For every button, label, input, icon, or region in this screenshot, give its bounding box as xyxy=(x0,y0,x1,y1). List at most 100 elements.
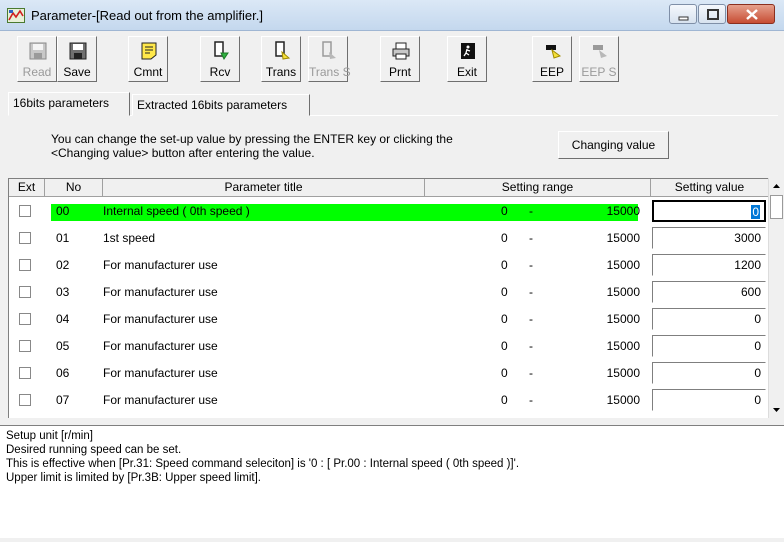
read-button[interactable]: Read xyxy=(17,36,57,82)
printer-icon xyxy=(392,42,410,60)
table-header: Ext No Parameter title Setting range Set… xyxy=(9,179,769,197)
setting-value-input[interactable]: 0 xyxy=(652,389,766,411)
table-row[interactable]: 03 For manufacturer use 0 - 15000 600 xyxy=(9,279,769,305)
setting-value-text: 0 xyxy=(754,393,761,407)
setting-value-text: 0 xyxy=(754,366,761,380)
ext-checkbox[interactable] xyxy=(19,313,31,325)
range-max: 15000 xyxy=(606,366,640,380)
param-no: 00 xyxy=(56,204,70,218)
eep-single-button[interactable]: EEP S xyxy=(579,36,619,82)
param-no: 04 xyxy=(56,312,70,326)
table-row[interactable]: 06 For manufacturer use 0 - 15000 0 xyxy=(9,360,769,386)
range-max: 15000 xyxy=(606,393,640,407)
table-row[interactable]: 07 For manufacturer use 0 - 15000 0 xyxy=(9,387,769,413)
arrow-up-icon xyxy=(773,184,780,188)
comment-button[interactable]: Cmnt xyxy=(128,36,168,82)
setting-value-input[interactable]: 0 xyxy=(652,335,766,357)
instruction-line: <Changing value> button after entering t… xyxy=(51,146,315,160)
window-title: Parameter-[Read out from the amplifier.] xyxy=(31,8,263,23)
ext-checkbox[interactable] xyxy=(19,367,31,379)
tab-extracted-16bits-parameters[interactable]: Extracted 16bits parameters xyxy=(132,94,310,116)
table-row[interactable]: 04 For manufacturer use 0 - 15000 0 xyxy=(9,306,769,332)
param-no: 02 xyxy=(56,258,70,272)
range-max: 15000 xyxy=(606,285,640,299)
range-separator: - xyxy=(529,258,533,272)
range-min: 0 xyxy=(501,339,508,353)
changing-value-button[interactable]: Changing value xyxy=(558,131,669,159)
transmit-single-icon xyxy=(322,41,336,59)
receive-label: Rcv xyxy=(209,65,231,79)
save-button[interactable]: Save xyxy=(57,36,97,82)
table-row[interactable]: 00 Internal speed ( 0th speed ) 0 - 15000 0 xyxy=(9,198,769,224)
close-button[interactable] xyxy=(727,4,775,24)
param-title: For manufacturer use xyxy=(103,393,218,407)
tab-16bits-parameters[interactable]: 16bits parameters xyxy=(8,92,130,116)
minimize-icon xyxy=(678,16,689,21)
maximize-button[interactable] xyxy=(698,4,726,24)
setting-value-input[interactable]: 0 xyxy=(652,362,766,384)
range-max: 15000 xyxy=(606,339,640,353)
toolbar: Read Save Cmnt Rcv Trans Trans S Prnt Ex… xyxy=(0,31,784,91)
param-title: For manufacturer use xyxy=(103,258,218,272)
range-max: 15000 xyxy=(606,258,640,272)
param-no: 01 xyxy=(56,231,70,245)
setting-value-input[interactable]: 3000 xyxy=(652,227,766,249)
table-row[interactable]: 01 1st speed 0 - 15000 3000 xyxy=(9,225,769,251)
setting-value-text: 600 xyxy=(740,285,761,299)
ext-checkbox[interactable] xyxy=(19,259,31,271)
param-no: 06 xyxy=(56,366,70,380)
print-label: Prnt xyxy=(388,65,411,79)
instruction-line: You can change the set-up value by press… xyxy=(51,132,453,146)
setting-value-input[interactable]: 600 xyxy=(652,281,766,303)
param-title: 1st speed xyxy=(103,231,156,245)
scroll-down-button[interactable] xyxy=(769,402,784,418)
ext-checkbox[interactable] xyxy=(19,340,31,352)
param-title: For manufacturer use xyxy=(103,312,218,326)
setting-value-input[interactable]: 1200 xyxy=(652,254,766,276)
ext-checkbox[interactable] xyxy=(19,232,31,244)
table-row[interactable]: 05 For manufacturer use 0 - 15000 0 xyxy=(9,333,769,359)
parameter-table: Ext No Parameter title Setting range Set… xyxy=(8,178,784,418)
param-title: For manufacturer use xyxy=(103,339,218,353)
eep-button[interactable]: EEP xyxy=(532,36,572,82)
table-row[interactable]: 02 For manufacturer use 0 - 15000 1200 xyxy=(9,252,769,278)
comment-label: Cmnt xyxy=(133,65,163,79)
setting-value-input[interactable]: 0 xyxy=(652,308,766,330)
setting-value-text: 0 xyxy=(751,205,760,219)
transmit-button[interactable]: Trans xyxy=(261,36,301,82)
app-icon xyxy=(7,8,25,23)
header-setting-value: Setting value xyxy=(651,179,769,197)
param-no: 07 xyxy=(56,393,70,407)
param-no: 05 xyxy=(56,339,70,353)
description-line: This is effective when [Pr.31: Speed com… xyxy=(6,458,520,470)
arrow-down-icon xyxy=(773,408,780,412)
scroll-up-button[interactable] xyxy=(769,178,784,194)
range-min: 0 xyxy=(501,312,508,326)
minimize-button[interactable] xyxy=(669,4,697,24)
ext-checkbox[interactable] xyxy=(19,205,31,217)
setting-value-input[interactable]: 0 xyxy=(652,200,766,222)
range-min: 0 xyxy=(501,393,508,407)
range-separator: - xyxy=(529,285,533,299)
ext-checkbox[interactable] xyxy=(19,394,31,406)
transmit-single-button[interactable]: Trans S xyxy=(308,36,351,82)
setting-value-text: 0 xyxy=(754,312,761,326)
scroll-thumb[interactable] xyxy=(770,195,783,219)
range-separator: - xyxy=(529,231,533,245)
print-button[interactable]: Prnt xyxy=(380,36,420,82)
range-min: 0 xyxy=(501,204,508,218)
param-title: For manufacturer use xyxy=(103,285,218,299)
range-max: 15000 xyxy=(606,312,640,326)
vertical-scrollbar[interactable] xyxy=(768,178,784,418)
exit-label: Exit xyxy=(456,65,477,79)
setting-value-text: 1200 xyxy=(734,258,761,272)
parameter-description-panel: Setup unit [r/min] Desired running speed… xyxy=(0,425,784,538)
exit-button[interactable]: Exit xyxy=(447,36,487,82)
range-separator: - xyxy=(529,204,533,218)
floppy-disk-icon xyxy=(69,42,87,60)
receive-button[interactable]: Rcv xyxy=(200,36,240,82)
ext-checkbox[interactable] xyxy=(19,286,31,298)
range-separator: - xyxy=(529,339,533,353)
comment-note-icon xyxy=(141,42,157,60)
eeprom-write-icon xyxy=(546,45,562,59)
